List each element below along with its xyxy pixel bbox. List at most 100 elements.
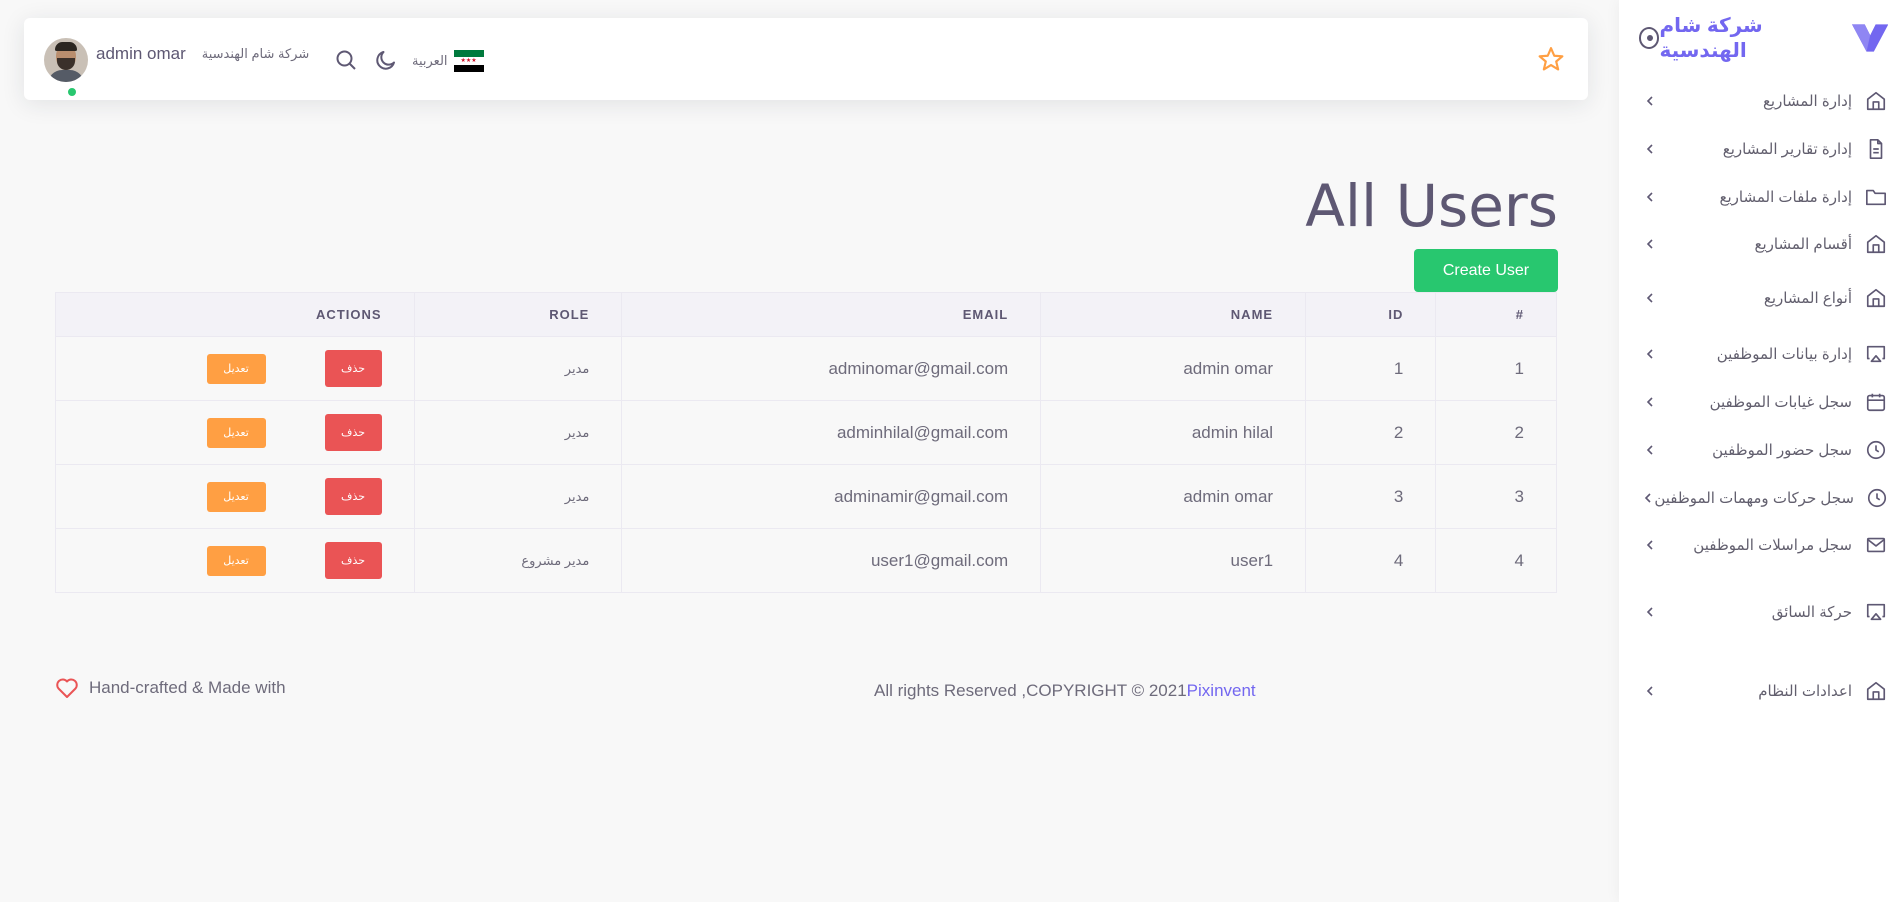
chevron-left-icon xyxy=(1643,395,1657,409)
name-cell: admin omar xyxy=(1040,464,1307,529)
edit-button[interactable]: تعديل xyxy=(206,417,266,448)
footer-made-with: Hand-crafted & Made with xyxy=(55,677,286,699)
sidebar-item-employee-correspondence[interactable]: سجل مراسلات الموظفين xyxy=(1643,527,1888,563)
actions-cell: تعديل حذف xyxy=(55,528,415,593)
role-cell: مدير xyxy=(413,336,623,401)
sidebar-item-label: إدارة تقارير المشاريع xyxy=(1722,141,1852,158)
actions-cell: تعديل حذف xyxy=(55,400,415,465)
id-cell: 1 xyxy=(1305,336,1437,401)
home-icon xyxy=(1864,286,1888,310)
sidebar-item-project-types[interactable]: أنواع المشاريع xyxy=(1643,280,1888,316)
column-header-email: EMAIL xyxy=(621,292,1042,337)
folder-icon xyxy=(1864,185,1888,209)
sidebar-item-project-files[interactable]: إدارة ملفات المشاريع xyxy=(1643,179,1888,215)
sidebar-item-employee-attendance[interactable]: سجل حضور الموظفين xyxy=(1643,432,1888,468)
sidebar-item-employee-tasks[interactable]: سجل حركات ومهمات الموظفين xyxy=(1643,480,1888,516)
sidebar-item-label: إدارة بيانات الموظفين xyxy=(1716,346,1852,363)
index-cell: 4 xyxy=(1435,528,1557,593)
made-with-text: Hand-crafted & Made with xyxy=(89,678,286,697)
sidebar-item-employee-absences[interactable]: سجل غيابات الموظفين xyxy=(1643,384,1888,420)
chevron-left-icon xyxy=(1643,190,1657,204)
index-cell: 3 xyxy=(1435,464,1557,529)
user-dropdown[interactable]: admin omar شركة شام الهندسية xyxy=(44,38,309,98)
create-user-button[interactable]: Create User xyxy=(1414,249,1558,292)
sidebar-item-projects[interactable]: إدارة المشاريع xyxy=(1643,83,1888,119)
avatar[interactable] xyxy=(44,38,88,82)
column-header-id: ID xyxy=(1305,292,1437,337)
sidebar-item-label: اعدادات النظام xyxy=(1758,683,1852,700)
sidebar-item-project-reports[interactable]: إدارة تقارير المشاريع xyxy=(1643,131,1888,167)
star-bookmark-icon[interactable] xyxy=(1538,46,1564,72)
footer-copyright: All rights Reserved ,COPYRIGHT © 2021Pix… xyxy=(874,681,1256,701)
edit-button[interactable]: تعديل xyxy=(206,545,266,576)
delete-button[interactable]: حذف xyxy=(324,542,382,579)
sidebar-item-label: سجل مراسلات الموظفين xyxy=(1693,537,1852,554)
role-cell: مدير xyxy=(413,464,623,529)
name-cell: admin omar xyxy=(1040,336,1307,401)
edit-button[interactable]: تعديل xyxy=(206,353,266,384)
role-cell: مدير xyxy=(413,400,623,465)
mail-icon xyxy=(1864,533,1888,557)
chevron-left-icon xyxy=(1643,443,1657,457)
edit-button[interactable]: تعديل xyxy=(206,481,266,512)
brand-name: شركة شام الهندسية xyxy=(1659,15,1763,62)
language-label: العربية xyxy=(412,53,448,68)
home-icon xyxy=(1864,89,1888,113)
sidebar-item-label: سجل حركات ومهمات الموظفين xyxy=(1654,490,1854,507)
name-cell: admin hilal xyxy=(1040,400,1307,465)
table-row: تعديل حذف مدير adminamir@gmail.com admin… xyxy=(55,464,1557,529)
role-cell: مدير مشروع xyxy=(413,528,623,593)
online-status-dot xyxy=(66,86,78,98)
sidebar-item-driver-movement[interactable]: حركة السائق xyxy=(1643,594,1888,630)
copyright-text: All rights Reserved ,COPYRIGHT © 2021 xyxy=(874,681,1187,700)
brand-link[interactable]: شركة شام الهندسية xyxy=(1659,13,1888,63)
chevron-left-icon xyxy=(1642,491,1654,505)
sidebar-item-label: إدارة ملفات المشاريع xyxy=(1719,189,1853,206)
moon-icon[interactable] xyxy=(374,48,398,72)
chevron-left-icon xyxy=(1643,291,1657,305)
users-table: ACTIONS ROLE EMAIL NAME ID # تعديل حذف م… xyxy=(55,292,1557,593)
email-cell: user1@gmail.com xyxy=(621,528,1042,593)
pixinvent-link[interactable]: Pixinvent xyxy=(1187,681,1256,700)
index-cell: 1 xyxy=(1435,336,1557,401)
sidebar-item-employee-data[interactable]: إدارة بيانات الموظفين xyxy=(1643,336,1888,372)
clock-icon xyxy=(1866,486,1888,510)
chevron-left-icon xyxy=(1643,94,1657,108)
column-header-role: ROLE xyxy=(413,292,623,337)
email-cell: adminamir@gmail.com xyxy=(621,464,1042,529)
id-cell: 2 xyxy=(1305,400,1437,465)
delete-button[interactable]: حذف xyxy=(324,350,382,387)
heart-icon xyxy=(56,678,78,698)
sidebar-item-label: أقسام المشاريع xyxy=(1754,236,1852,253)
actions-cell: تعديل حذف xyxy=(55,464,415,529)
email-cell: adminomar@gmail.com xyxy=(621,336,1042,401)
sidebar-item-system-settings[interactable]: اعدادات النظام xyxy=(1643,673,1888,709)
column-header-name: NAME xyxy=(1040,292,1307,337)
column-header-actions: ACTIONS xyxy=(55,292,415,337)
sidebar-item-label: سجل غيابات الموظفين xyxy=(1709,394,1852,411)
delete-button[interactable]: حذف xyxy=(324,414,382,451)
sidebar-item-project-sections[interactable]: أقسام المشاريع xyxy=(1643,226,1888,262)
home-icon xyxy=(1864,232,1888,256)
language-dropdown[interactable]: العربية ★★★ xyxy=(412,50,484,72)
collapse-toggle-icon[interactable] xyxy=(1639,27,1660,49)
chevron-left-icon xyxy=(1643,605,1657,619)
column-header-index: # xyxy=(1435,292,1557,337)
search-icon[interactable] xyxy=(334,48,358,72)
chevron-left-icon xyxy=(1643,347,1657,361)
file-text-icon xyxy=(1864,137,1888,161)
syria-flag-icon: ★★★ xyxy=(453,50,484,72)
delete-button[interactable]: حذف xyxy=(324,478,382,515)
sidebar: شركة شام الهندسية إدارة المشاريع إدارة ت… xyxy=(1619,0,1904,902)
chevron-left-icon xyxy=(1643,538,1657,552)
sidebar-item-label: أنواع المشاريع xyxy=(1763,290,1852,307)
sidebar-item-label: إدارة المشاريع xyxy=(1762,93,1852,110)
index-cell: 2 xyxy=(1435,400,1557,465)
chevron-left-icon xyxy=(1643,142,1657,156)
table-row: تعديل حذف مدير adminomar@gmail.com admin… xyxy=(55,336,1557,401)
home-icon xyxy=(1864,679,1888,703)
brand: شركة شام الهندسية xyxy=(1639,15,1888,62)
id-cell: 4 xyxy=(1305,528,1437,593)
sidebar-item-label: سجل حضور الموظفين xyxy=(1712,442,1852,459)
top-navbar: admin omar شركة شام الهندسية العربية ★★★ xyxy=(24,18,1588,100)
